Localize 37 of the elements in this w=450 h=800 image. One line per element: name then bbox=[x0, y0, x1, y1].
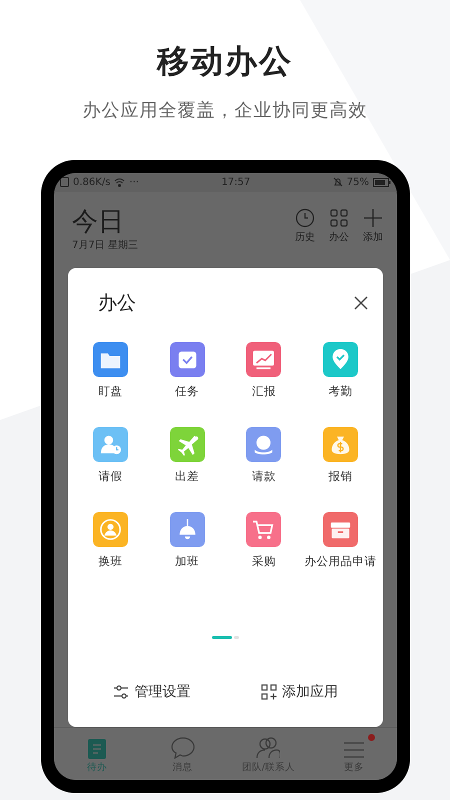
chat-bubble-icon bbox=[170, 736, 195, 759]
app-tile[interactable]: 出差 bbox=[148, 426, 226, 484]
app-tile[interactable]: 换班 bbox=[72, 512, 149, 569]
tagline: 办公应用全覆盖，企业协同更高效 bbox=[82, 99, 368, 122]
headline: 移动办公 bbox=[157, 41, 293, 82]
add-app-icon bbox=[260, 684, 277, 700]
bell-off-icon bbox=[332, 177, 343, 188]
clock-icon bbox=[295, 208, 315, 228]
app-tile[interactable]: 采购 bbox=[226, 512, 302, 569]
app-tile[interactable]: 报销 bbox=[302, 426, 379, 484]
battery-icon bbox=[373, 178, 391, 187]
app-tile[interactable]: 盯盘 bbox=[72, 342, 149, 399]
app-tile[interactable]: 请款 bbox=[226, 426, 302, 484]
footer-button[interactable]: 管理设置 bbox=[113, 683, 190, 702]
page-title: 今日 bbox=[72, 206, 125, 238]
sliders-icon bbox=[113, 685, 130, 700]
sim-icon bbox=[60, 177, 69, 188]
battery-percent: 75% bbox=[346, 176, 369, 188]
menu-icon bbox=[343, 740, 366, 759]
app-tile[interactable]: 加班 bbox=[148, 512, 226, 569]
more-dots: ··· bbox=[129, 176, 139, 188]
date-text: 7月7日 星期三 bbox=[72, 238, 139, 252]
app-tile[interactable]: 办公用品申请 bbox=[302, 512, 379, 569]
plus-icon bbox=[363, 208, 383, 228]
clock-time: 17:57 bbox=[220, 176, 252, 188]
app-tile[interactable]: 汇报 bbox=[226, 342, 302, 399]
close-button[interactable] bbox=[353, 294, 369, 311]
network-speed: 0.86K/s bbox=[73, 176, 110, 188]
grid-icon bbox=[329, 208, 349, 228]
people-icon bbox=[256, 736, 280, 759]
app-tile[interactable]: 任务 bbox=[148, 342, 226, 399]
app-tile[interactable]: 请假 bbox=[72, 426, 149, 484]
dialog-title: 办公 bbox=[98, 290, 136, 316]
footer-button[interactable]: 添加应用 bbox=[260, 683, 338, 702]
app-tile[interactable]: 考勤 bbox=[302, 342, 379, 399]
document-icon bbox=[88, 738, 106, 759]
wifi-icon bbox=[114, 178, 126, 187]
